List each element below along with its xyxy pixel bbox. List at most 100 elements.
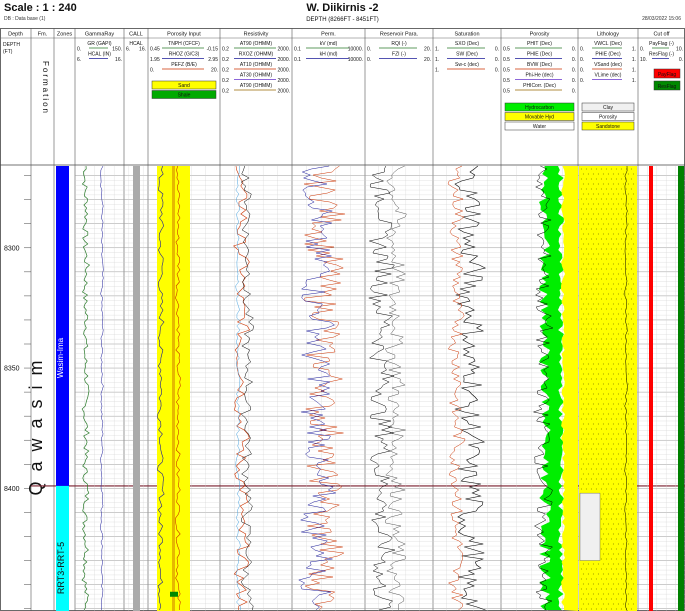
sandstone-dot — [582, 193, 584, 195]
sandstone-dot — [615, 388, 617, 390]
sandstone-dot — [620, 518, 622, 520]
sandstone-dot — [597, 563, 599, 565]
sandstone-dot — [585, 348, 587, 350]
legend-label-lith: Sandstone — [596, 124, 620, 130]
sandstone-dot — [622, 563, 624, 565]
sandstone-dot — [592, 253, 594, 255]
sandstone-dot — [602, 223, 604, 225]
sandstone-dot — [632, 523, 634, 525]
sandstone-dot — [582, 293, 584, 295]
sandstone-dot — [597, 263, 599, 265]
sandstone-dot — [602, 523, 604, 525]
sandstone-dot — [580, 368, 582, 370]
sandstone-dot — [580, 348, 582, 350]
sandstone-dot — [615, 248, 617, 250]
legend-label-por: Shale — [178, 93, 191, 99]
curve-right-scale: 2000. — [277, 89, 290, 95]
sandstone-dot — [630, 328, 632, 330]
sandstone-dot — [617, 333, 619, 335]
sandstone-dot — [612, 283, 614, 285]
sandstone-dot — [600, 398, 602, 400]
sandstone-dot — [612, 513, 614, 515]
legend-label-phi: Movable Hyd — [525, 115, 554, 121]
curve-left-scale: 0.1 — [294, 57, 301, 63]
sandstone-dot — [617, 493, 619, 495]
sandstone-dot — [632, 293, 634, 295]
sandstone-dot — [605, 268, 607, 270]
sandstone-dot — [617, 603, 619, 605]
curve-left-scale: 0.2 — [222, 57, 229, 63]
sandstone-dot — [625, 568, 627, 570]
sandstone-dot — [630, 608, 632, 610]
sandstone-dot — [587, 463, 589, 465]
sandstone-dot — [622, 373, 624, 375]
sandstone-dot — [617, 213, 619, 215]
sandstone-dot — [630, 178, 632, 180]
sandstone-dot — [610, 398, 612, 400]
sandstone-dot — [610, 468, 612, 470]
sandstone-dot — [607, 523, 609, 525]
sandstone-dot — [617, 403, 619, 405]
sandstone-dot — [610, 338, 612, 340]
sandstone-dot — [612, 453, 614, 455]
sandstone-dot — [627, 233, 629, 235]
sandstone-dot — [600, 478, 602, 480]
sandstone-dot — [620, 438, 622, 440]
sandstone-dot — [592, 263, 594, 265]
sandstone-dot — [605, 578, 607, 580]
sandstone-dot — [592, 353, 594, 355]
sandstone-dot — [612, 193, 614, 195]
sandstone-dot — [602, 463, 604, 465]
sandstone-dot — [595, 198, 597, 200]
sandstone-dot — [597, 303, 599, 305]
sandstone-dot — [605, 538, 607, 540]
sandstone-dot — [632, 553, 634, 555]
sandstone-dot — [607, 283, 609, 285]
sandstone-dot — [630, 168, 632, 170]
sandstone-dot — [610, 248, 612, 250]
sandstone-dot — [592, 303, 594, 305]
sandstone-dot — [610, 568, 612, 570]
sandstone-dot — [622, 443, 624, 445]
sandstone-dot — [622, 523, 624, 525]
legend-label-por: Sand — [178, 83, 190, 89]
sandstone-dot — [597, 233, 599, 235]
sandstone-dot — [630, 388, 632, 390]
sandstone-dot — [632, 443, 634, 445]
sandstone-dot — [595, 368, 597, 370]
sandstone-dot — [630, 398, 632, 400]
sandstone-dot — [607, 593, 609, 595]
sandstone-dot — [590, 458, 592, 460]
sandstone-dot — [582, 413, 584, 415]
sandstone-dot — [582, 213, 584, 215]
sandstone-dot — [582, 463, 584, 465]
sandstone-dot — [632, 273, 634, 275]
sandstone-dot — [620, 338, 622, 340]
sandstone-dot — [602, 383, 604, 385]
sandstone-dot — [592, 463, 594, 465]
sandstone-dot — [620, 498, 622, 500]
sandstone-dot — [605, 298, 607, 300]
curve-left-scale: 0. — [367, 57, 371, 63]
sandstone-dot — [630, 368, 632, 370]
sandstone-dot — [600, 538, 602, 540]
sandstone-dot — [627, 343, 629, 345]
sandstone-dot — [597, 183, 599, 185]
depth-label: 8300 — [4, 245, 20, 252]
sandstone-dot — [585, 338, 587, 340]
sandstone-dot — [602, 533, 604, 535]
sandstone-dot — [610, 608, 612, 610]
sandstone-dot — [607, 203, 609, 205]
sandstone-dot — [600, 368, 602, 370]
sandstone-dot — [620, 578, 622, 580]
sandstone-dot — [600, 458, 602, 460]
sandstone-dot — [592, 343, 594, 345]
curve-left-scale: 6. — [77, 57, 81, 63]
sandstone-dot — [585, 188, 587, 190]
curve-name-por: RHOZ (G/C3) — [169, 52, 200, 58]
sandstone-dot — [592, 233, 594, 235]
sandstone-dot — [610, 278, 612, 280]
sandstone-dot — [607, 543, 609, 545]
sandstone-dot — [592, 603, 594, 605]
curve-name-res: AT90 (OHMM) — [240, 83, 272, 89]
